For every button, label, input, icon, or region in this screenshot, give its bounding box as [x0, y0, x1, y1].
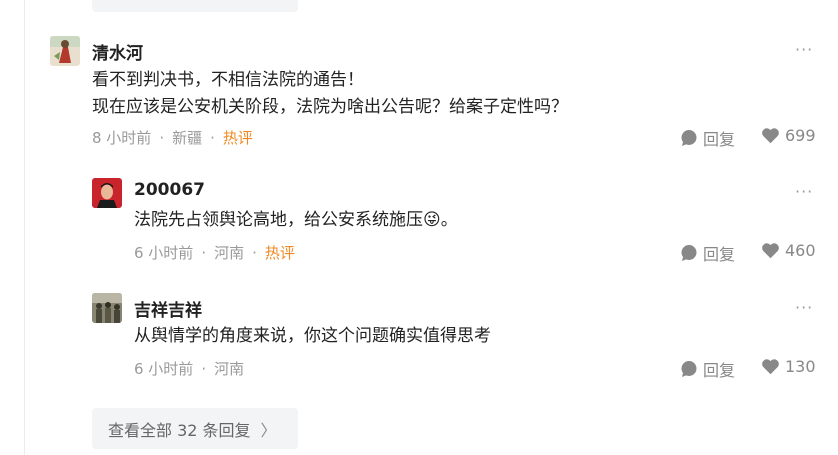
hot-comment-badge: 热评: [222, 129, 253, 147]
reply-button[interactable]: 回复: [680, 241, 735, 265]
like-count: 699: [785, 126, 816, 145]
location: 河南: [214, 244, 245, 262]
view-all-replies-button[interactable]: 查看全部 32 条回复 〉: [92, 408, 298, 449]
username[interactable]: 清水河: [92, 39, 143, 64]
more-options-icon[interactable]: ···: [795, 182, 813, 201]
avatar[interactable]: [92, 293, 122, 323]
comment-meta: 6 小时前 · 河南: [134, 360, 245, 378]
reply-label: 回复: [703, 245, 736, 264]
heart-icon: [762, 128, 779, 144]
like-count: 130: [785, 357, 816, 376]
thread-divider: [24, 0, 25, 455]
hot-comment-badge: 热评: [264, 244, 295, 262]
timestamp: 8 小时前: [92, 129, 152, 147]
username[interactable]: 吉祥吉祥: [134, 296, 202, 321]
reply-bubble-icon: [681, 245, 697, 261]
comment-text: 看不到判决书，不相信法院的通告！: [92, 70, 364, 90]
like-count: 460: [785, 241, 816, 260]
reply-label: 回复: [703, 130, 736, 149]
reply-bubble-icon: [681, 130, 697, 146]
comment-meta: 6 小时前 · 河南 · 热评: [134, 244, 295, 262]
view-all-replies-label: 查看全部 32 条回复: [108, 420, 251, 440]
timestamp: 6 小时前: [134, 244, 194, 262]
location: 河南: [214, 360, 245, 378]
like-button[interactable]: 130: [761, 357, 816, 376]
comment-meta: 8 小时前 · 新疆 · 热评: [92, 129, 253, 147]
heart-icon: [762, 243, 779, 259]
tongue-wink-emoji-icon: 😜: [423, 210, 441, 230]
username[interactable]: 200067: [134, 180, 205, 200]
location: 新疆: [172, 129, 203, 147]
comment-text: 法院先占领舆论高地，给公安系统施压😜。: [134, 210, 458, 230]
like-button[interactable]: 699: [761, 126, 816, 145]
previous-view-all-button[interactable]: [92, 0, 298, 12]
reply-bubble-icon: [681, 361, 697, 377]
like-button[interactable]: 460: [761, 241, 816, 260]
reply-button[interactable]: 回复: [680, 126, 735, 150]
avatar[interactable]: [50, 36, 80, 66]
avatar[interactable]: [92, 178, 122, 208]
reply-label: 回复: [703, 361, 736, 380]
comment-text: 现在应该是公安机关阶段，法院为啥出公告呢？给案子定性吗？: [92, 97, 568, 117]
timestamp: 6 小时前: [134, 360, 194, 378]
heart-icon: [762, 359, 779, 375]
more-options-icon[interactable]: ···: [795, 298, 813, 317]
more-options-icon[interactable]: ···: [795, 40, 813, 59]
comment-text: 从舆情学的角度来说，你这个问题确实值得思考: [134, 326, 491, 346]
reply-button[interactable]: 回复: [680, 357, 735, 381]
chevron-right-icon: 〉: [260, 420, 277, 440]
